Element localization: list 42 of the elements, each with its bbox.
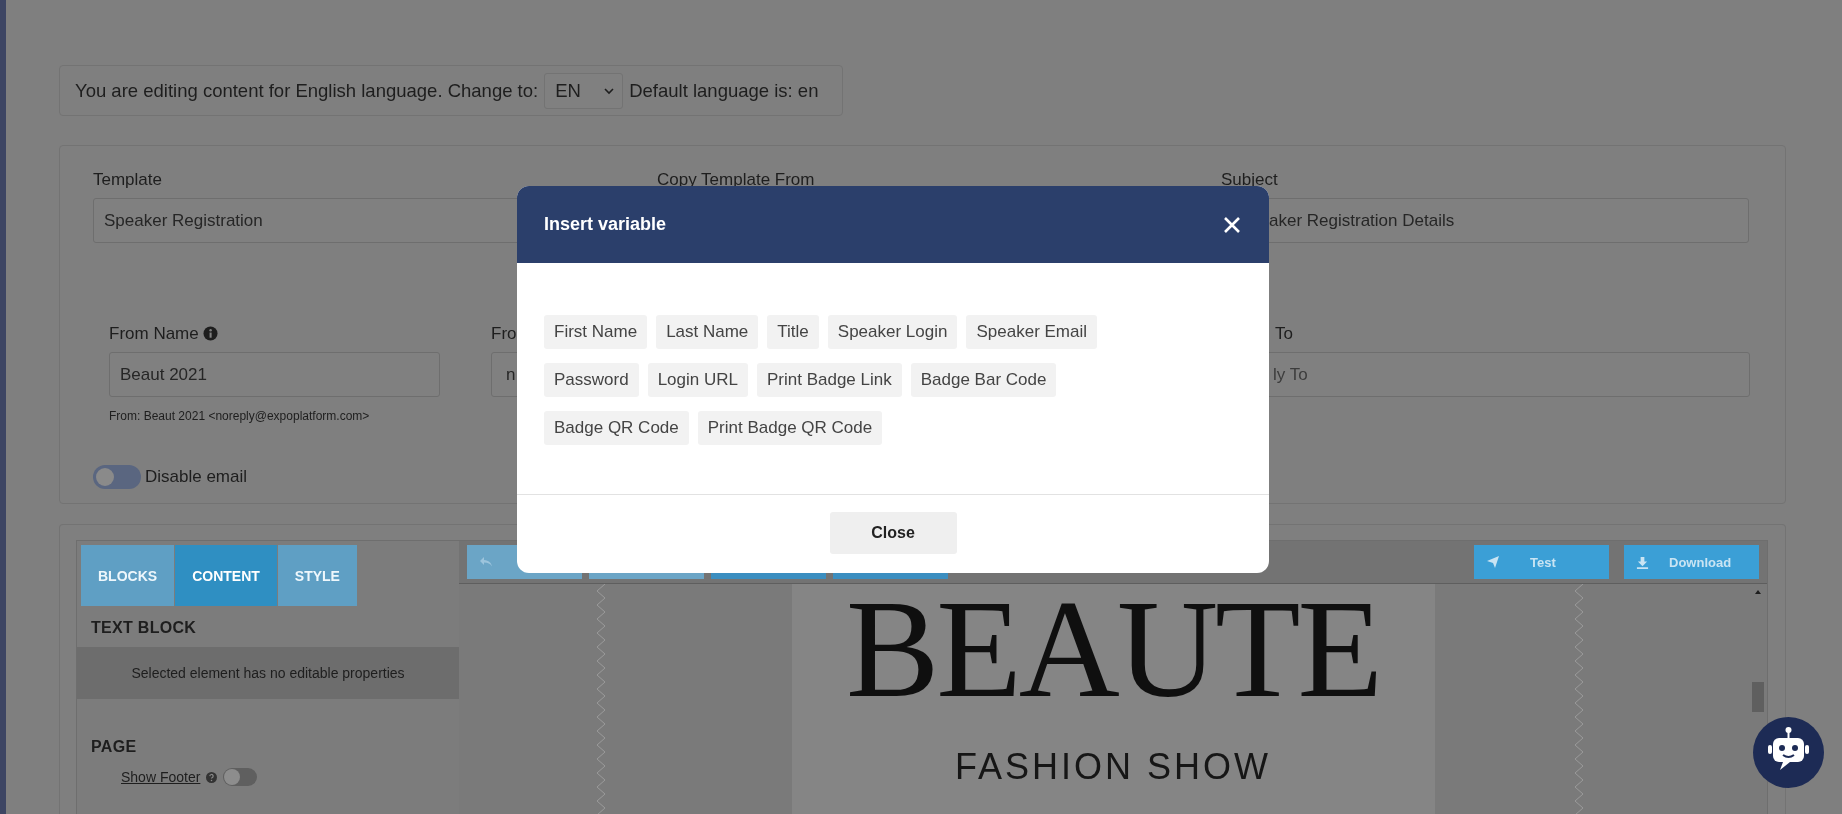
disable-email-toggle[interactable] bbox=[93, 465, 141, 490]
variable-chip[interactable]: Badge Bar Code bbox=[910, 363, 1057, 397]
variable-chip[interactable]: Print Badge QR Code bbox=[697, 411, 883, 445]
section-heading: PAGE bbox=[90, 737, 138, 758]
undo-icon bbox=[479, 556, 493, 569]
chevron-down-icon bbox=[604, 86, 615, 95]
send-icon bbox=[1486, 555, 1500, 570]
panel-tab[interactable]: CONTENT bbox=[175, 545, 277, 607]
show-footer-link[interactable]: Show Footer bbox=[121, 769, 201, 786]
brand-logo-text: BEAUTE bbox=[845, 584, 1381, 715]
notice-text: Selected element has no editable properties bbox=[131, 665, 405, 682]
variable-chip[interactable]: Speaker Login bbox=[827, 315, 958, 349]
field-label: From Name bbox=[109, 322, 218, 347]
language-select[interactable]: EN bbox=[544, 72, 624, 109]
language-notice: You are editing content for English language. Change to: bbox=[75, 79, 539, 102]
download-icon bbox=[1636, 555, 1649, 569]
section-heading: TEXT BLOCK bbox=[90, 618, 198, 639]
chatbot-button[interactable] bbox=[1753, 717, 1824, 788]
field-label: To bbox=[1274, 323, 1293, 346]
field-label: Template bbox=[93, 169, 162, 192]
toggle-label: Disable email bbox=[145, 467, 248, 488]
help-icon bbox=[206, 771, 218, 783]
variable-chip[interactable]: Badge QR Code bbox=[544, 411, 689, 445]
field-label: Copy Template From bbox=[657, 169, 815, 192]
field-label: Subject bbox=[1221, 169, 1278, 192]
from-name-field[interactable]: Beaut 2021 bbox=[109, 352, 440, 398]
variable-chip[interactable]: Title bbox=[767, 315, 819, 349]
scrollbar-thumb[interactable] bbox=[1752, 682, 1764, 713]
variable-chip[interactable]: Login URL bbox=[647, 363, 748, 397]
close-icon[interactable] bbox=[1223, 215, 1241, 234]
variable-chip[interactable]: Print Badge Link bbox=[756, 363, 902, 397]
default-language-text: Default language is: en bbox=[629, 79, 819, 102]
info-icon bbox=[202, 326, 218, 342]
field-label: Fro bbox=[491, 323, 517, 346]
footer-toggle[interactable] bbox=[223, 768, 258, 787]
email-subtitle: FASHION SHOW bbox=[955, 747, 1271, 788]
variable-chip[interactable]: First Name bbox=[544, 315, 648, 349]
sender-preview-text: From: Beaut 2021 <noreply@expoplatform.com> bbox=[109, 409, 370, 424]
close-button[interactable]: Close bbox=[829, 512, 957, 554]
variable-chip[interactable]: Password bbox=[544, 363, 639, 397]
variable-chip[interactable]: Last Name bbox=[656, 315, 759, 349]
variable-chip[interactable]: Speaker Email bbox=[966, 315, 1098, 349]
